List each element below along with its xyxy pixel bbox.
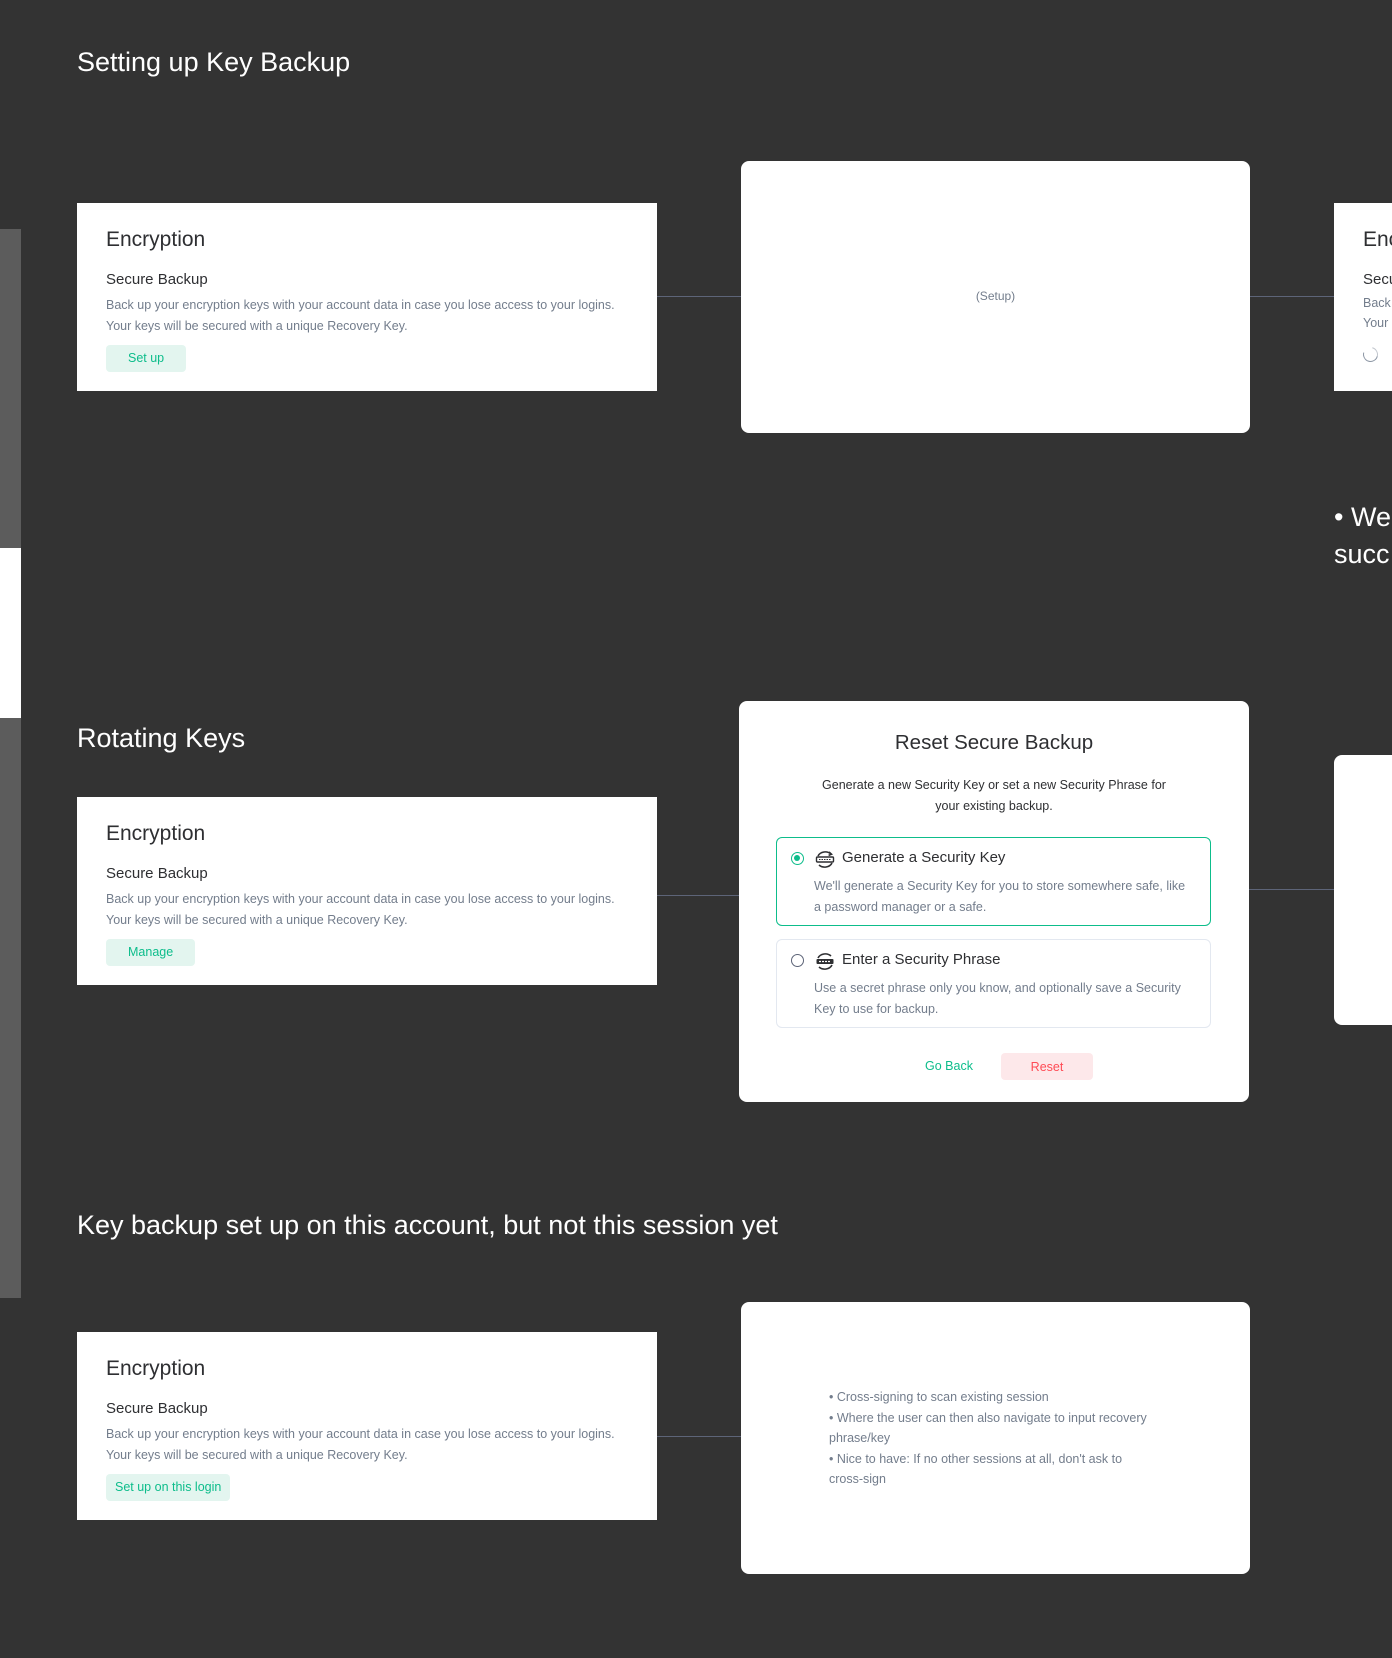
partial-note: • We succ: [1334, 499, 1392, 573]
encryption-title: Enc: [1363, 228, 1392, 251]
loading-spinner-icon: [1360, 344, 1381, 365]
dialog-description: Generate a new Security Key or set a new…: [739, 775, 1249, 816]
option-description-line-2: a password manager or a safe.: [814, 899, 987, 914]
option-description: Use a secret phrase only you know, and o…: [814, 978, 1204, 1019]
option-description: We'll generate a Security Key for you to…: [814, 876, 1204, 917]
secure-backup-subtitle: Secure Backup: [106, 271, 208, 288]
section-heading-setup: Setting up Key Backup: [77, 47, 351, 77]
encryption-card-setup: Encryption Secure Backup Back up your en…: [77, 203, 657, 391]
partial-note-line-2: succ: [1334, 539, 1390, 569]
description-line-2: Your: [1363, 316, 1389, 330]
set-up-on-this-login-button[interactable]: Set up on this login: [106, 1474, 231, 1501]
secure-backup-subtitle: Secure Backup: [106, 1400, 208, 1417]
option-description-line-1: Use a secret phrase only you know, and o…: [814, 981, 1181, 995]
partial-note-line-1: • We: [1334, 502, 1391, 532]
dialog-title: Reset Secure Backup: [894, 731, 1094, 754]
security-key-icon: [815, 851, 835, 868]
radio-unselected-icon[interactable]: [791, 954, 804, 967]
connector-line: [1249, 889, 1334, 890]
description-line-1: Back up your encryption keys with your a…: [106, 298, 615, 312]
bullet-list: • Cross-signing to scan existing session…: [829, 1387, 1174, 1490]
description-line-1: Back: [1363, 296, 1391, 310]
option-generate-security-key[interactable]: Generate a Security Key We'll generate a…: [776, 837, 1211, 926]
encryption-title: Encryption: [106, 1357, 206, 1380]
secure-backup-subtitle: Secure Backup: [106, 865, 208, 882]
description-line-1: Back up your encryption keys with your a…: [106, 892, 615, 906]
description-line-1: Back up your encryption keys with your a…: [106, 1427, 615, 1441]
encryption-card-session: Encryption Secure Backup Back up your en…: [77, 1332, 657, 1520]
description-line-2: Your keys will be secured with a unique …: [106, 912, 408, 927]
connector-line: [1250, 296, 1334, 297]
reset-secure-backup-dialog: Reset Secure Backup Generate a new Secur…: [739, 701, 1249, 1102]
secure-backup-description: Back up your encryption keys with your a…: [106, 889, 628, 930]
connector-line: [657, 1436, 741, 1437]
dialog-description-line-2: your existing backup.: [935, 798, 1053, 813]
secure-backup-description: Back up your encryption keys with your a…: [106, 295, 628, 336]
partial-dialog: [1334, 755, 1392, 1025]
sidebar-strip-top: [0, 229, 21, 548]
setup-dialog: (Setup): [741, 161, 1250, 433]
sidebar-strip-white: [0, 548, 21, 718]
reset-button[interactable]: Reset: [1001, 1053, 1093, 1080]
option-label: Generate a Security Key: [842, 849, 1006, 866]
option-description-line-1: We'll generate a Security Key for you to…: [814, 879, 1186, 893]
section-heading-session: Key backup set up on this account, but n…: [77, 1210, 778, 1240]
encryption-card-rotating: Encryption Secure Backup Back up your en…: [77, 797, 657, 985]
encryption-title: Encryption: [106, 822, 206, 845]
option-enter-security-phrase[interactable]: Enter a Security Phrase Use a secret phr…: [776, 939, 1211, 1028]
bullet-item: • Cross-signing to scan existing session: [829, 1390, 1049, 1404]
connector-line: [657, 895, 739, 896]
description-line-2: Your keys will be secured with a unique …: [106, 318, 408, 333]
manage-button[interactable]: Manage: [106, 939, 196, 966]
bullet-item-continued: phrase/key: [829, 1431, 891, 1445]
secure-backup-subtitle: Secu: [1363, 271, 1392, 288]
section-heading-rotating: Rotating Keys: [77, 723, 246, 753]
bullet-item: • Where the user can then also navigate …: [829, 1410, 1147, 1425]
set-up-button[interactable]: Set up: [106, 345, 187, 372]
encryption-card-partial: Enc Secu Back Your: [1334, 203, 1392, 391]
option-description-line-2: Key to use for backup.: [814, 1001, 939, 1016]
radio-selected-icon[interactable]: [791, 852, 804, 865]
go-back-button[interactable]: Go Back: [899, 1053, 999, 1079]
connector-line: [657, 296, 741, 297]
bullet-item: • Nice to have: If no other sessions at …: [829, 1451, 1123, 1466]
option-label: Enter a Security Phrase: [842, 951, 1001, 968]
sidebar-strip-bottom: [0, 718, 21, 1298]
security-phrase-icon: [816, 953, 834, 970]
session-setup-dialog: • Cross-signing to scan existing session…: [741, 1302, 1250, 1574]
secure-backup-description: Back up your encryption keys with your a…: [106, 1424, 628, 1465]
encryption-title: Encryption: [106, 228, 206, 251]
setup-placeholder-label: (Setup): [975, 289, 1016, 303]
description-line-2: Your keys will be secured with a unique …: [106, 1447, 408, 1462]
bullet-item-continued: cross-sign: [829, 1472, 886, 1486]
dialog-description-line-1: Generate a new Security Key or set a new…: [822, 778, 1166, 792]
